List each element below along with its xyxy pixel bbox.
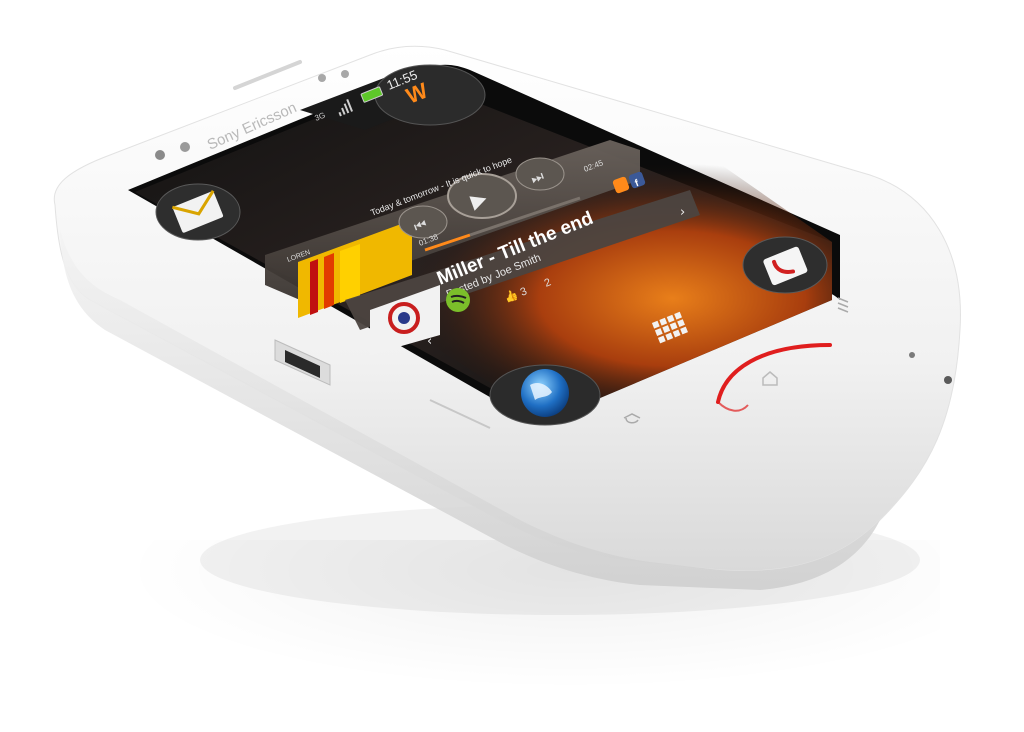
messaging-shortcut[interactable] (155, 183, 241, 241)
widget-next-icon[interactable]: › (680, 205, 685, 220)
widget-prev-icon[interactable]: ‹ (427, 334, 432, 349)
phone-illustration: W LOREN ⏮ ▶ ⏭ Today & tomorrow - It is q… (53, 45, 961, 615)
prev-button[interactable]: ⏮ (398, 205, 448, 239)
earpiece-grille (233, 60, 302, 90)
headphone-jack (944, 376, 952, 384)
phone-shortcut[interactable] (742, 236, 828, 294)
spotify-icon (446, 288, 470, 312)
sensor-dot (180, 142, 190, 152)
browser-shortcut[interactable] (489, 364, 601, 426)
sensor-dot (341, 70, 349, 78)
walkman-button[interactable] (374, 64, 486, 126)
camera-dot (318, 74, 326, 82)
microphone-hole (909, 352, 915, 358)
next-button[interactable]: ⏭ (515, 157, 565, 191)
phone-photo: W LOREN ⏮ ▶ ⏭ Today & tomorrow - It is q… (0, 0, 1024, 732)
sensor-dot (155, 150, 165, 160)
